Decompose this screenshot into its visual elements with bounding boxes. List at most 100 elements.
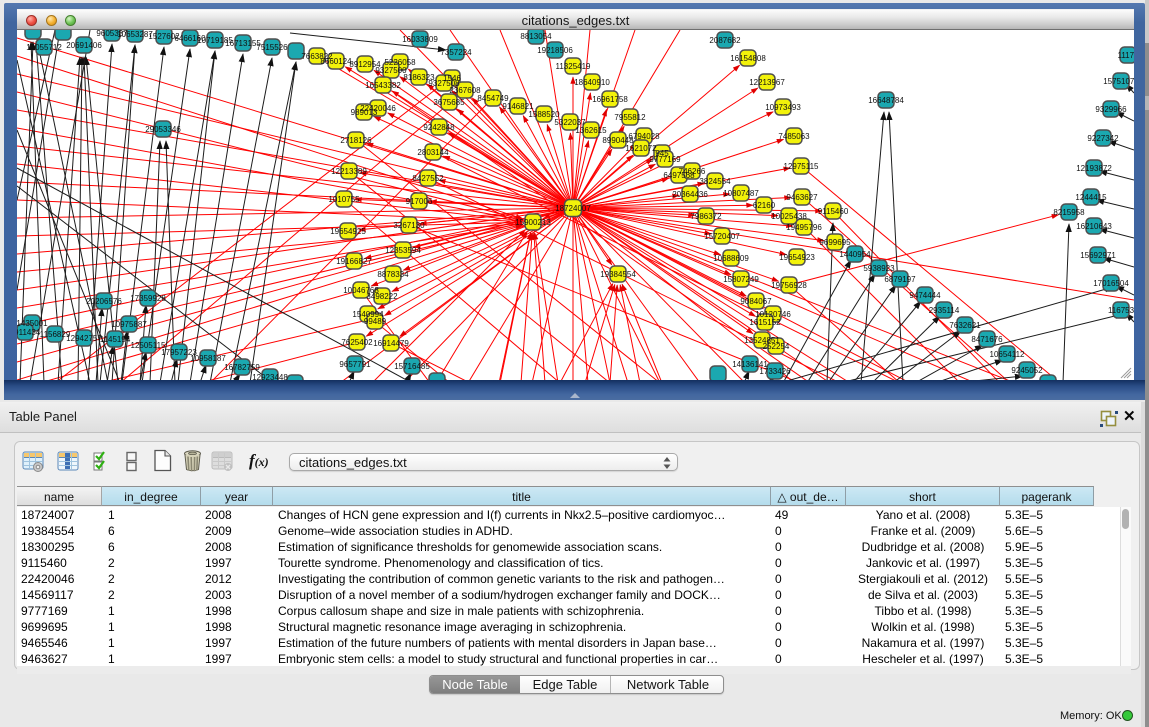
svg-text:252254: 252254 <box>763 342 790 351</box>
svg-text:16154808: 16154808 <box>730 54 766 63</box>
svg-text:1615152: 1615152 <box>749 318 781 327</box>
svg-text:10958187: 10958187 <box>190 354 226 363</box>
svg-text:3675685: 3675685 <box>433 98 465 107</box>
svg-text:9227342: 9227342 <box>1087 134 1119 143</box>
svg-text:9657791: 9657791 <box>339 360 371 369</box>
svg-text:6879197: 6879197 <box>884 275 916 284</box>
svg-text:7955812: 7955812 <box>614 113 646 122</box>
svg-text:1621072: 1621072 <box>625 144 657 153</box>
svg-text:11172: 11172 <box>1117 51 1134 60</box>
svg-text:116753: 116753 <box>1108 306 1134 315</box>
svg-text:12213389: 12213389 <box>331 167 367 176</box>
svg-text:15807249: 15807249 <box>723 275 759 284</box>
svg-text:8813054: 8813054 <box>520 32 552 41</box>
svg-text:917006: 917006 <box>406 197 433 206</box>
svg-text:62160: 62160 <box>753 201 776 210</box>
svg-text:15716485: 15716485 <box>394 362 430 371</box>
svg-text:16543382: 16543382 <box>365 81 401 90</box>
svg-text:20206576: 20206576 <box>86 297 122 306</box>
svg-text:19654923: 19654923 <box>779 253 815 262</box>
svg-text:99489: 99489 <box>364 317 387 326</box>
svg-text:12975115: 12975115 <box>784 162 820 171</box>
svg-text:2087682: 2087682 <box>709 36 741 45</box>
svg-text:1244415: 1244415 <box>1075 193 1107 202</box>
svg-text:19654925: 19654925 <box>330 227 366 236</box>
svg-text:15751074: 15751074 <box>1103 77 1134 86</box>
svg-text:1440954: 1440954 <box>839 250 871 259</box>
svg-text:6794028: 6794028 <box>628 132 660 141</box>
svg-text:8427552: 8427552 <box>412 174 444 183</box>
svg-text:2935114: 2935114 <box>929 306 960 315</box>
svg-text:2367608: 2367608 <box>449 86 481 95</box>
svg-text:3824554: 3824554 <box>699 177 731 186</box>
svg-text:18640910: 18640910 <box>574 78 610 87</box>
svg-text:20691406: 20691406 <box>66 41 102 50</box>
svg-text:20364436: 20364436 <box>672 190 708 199</box>
svg-text:18724007: 18724007 <box>555 204 591 213</box>
svg-text:17359928: 17359928 <box>130 294 166 303</box>
svg-text:16961758: 16961758 <box>592 95 628 104</box>
svg-text:7632621: 7632621 <box>949 321 981 330</box>
svg-text:16914479: 16914479 <box>373 339 409 348</box>
svg-text:12942757: 12942757 <box>66 334 102 343</box>
svg-text:15692971: 15692971 <box>1080 251 1116 260</box>
svg-text:8660124: 8660124 <box>320 57 352 66</box>
svg-text:9245052: 9245052 <box>1011 366 1043 375</box>
svg-text:19166827: 19166827 <box>336 257 372 266</box>
svg-text:3498222: 3498222 <box>366 292 398 301</box>
svg-text:9084067: 9084067 <box>740 297 772 306</box>
svg-text:15900213: 15900213 <box>515 218 551 227</box>
svg-text:7515526: 7515526 <box>256 43 288 52</box>
svg-text:2803144: 2803144 <box>417 148 449 157</box>
svg-text:9474444: 9474444 <box>909 291 941 300</box>
svg-text:5938923: 5938923 <box>863 264 895 273</box>
svg-text:3911434: 3911434 <box>17 328 41 337</box>
svg-text:12923448: 12923448 <box>252 373 288 380</box>
svg-text:1733426: 1733426 <box>759 367 791 376</box>
svg-text:8471676: 8471676 <box>971 335 1003 344</box>
svg-text:19384554: 19384554 <box>600 270 636 279</box>
svg-text:1010755: 1010755 <box>328 195 360 204</box>
svg-text:10973493: 10973493 <box>765 103 801 112</box>
svg-text:8215958: 8215958 <box>1053 208 1085 217</box>
svg-text:11325419: 11325419 <box>556 62 592 71</box>
svg-text:19218506: 19218506 <box>537 46 573 55</box>
svg-text:19495796: 19495796 <box>786 223 822 232</box>
svg-text:12193872: 12193872 <box>1076 164 1112 173</box>
svg-text:7485063: 7485063 <box>778 132 810 141</box>
svg-text:9329966: 9329966 <box>1095 105 1127 114</box>
svg-text:16033809: 16033809 <box>402 35 438 44</box>
svg-text:8878334: 8878334 <box>377 270 409 279</box>
svg-text:10654112: 10654112 <box>990 350 1026 359</box>
svg-text:15720407: 15720407 <box>704 232 740 241</box>
svg-text:17016504: 17016504 <box>1093 279 1129 288</box>
svg-text:7986372: 7986372 <box>690 212 722 221</box>
svg-text:1145194: 1145194 <box>100 335 131 344</box>
svg-text:9327500: 9327500 <box>375 66 407 75</box>
svg-text:16782759: 16782759 <box>224 363 260 372</box>
svg-text:12213967: 12213967 <box>749 78 785 87</box>
svg-text:7357224: 7357224 <box>440 48 472 57</box>
svg-text:3267130: 3267130 <box>393 221 425 230</box>
svg-text:10807487: 10807487 <box>723 189 759 198</box>
svg-text:9699695: 9699695 <box>819 238 851 247</box>
svg-text:7625402: 7625402 <box>341 338 373 347</box>
svg-text:9242848: 9242848 <box>423 123 455 132</box>
svg-text:10025438: 10025438 <box>771 212 807 221</box>
svg-text:10975887: 10975887 <box>111 320 147 329</box>
svg-text:12353594: 12353594 <box>385 246 421 255</box>
svg-text:29053346: 29053346 <box>145 125 181 134</box>
svg-text:19756928: 19756928 <box>771 281 807 290</box>
svg-text:2718126: 2718126 <box>340 136 372 145</box>
svg-text:989013: 989013 <box>351 108 378 117</box>
svg-text:9115460: 9115460 <box>818 207 849 216</box>
svg-text:16210643: 16210643 <box>1076 222 1112 231</box>
svg-text:746266: 746266 <box>679 167 706 176</box>
svg-text:16648784: 16648784 <box>868 96 904 105</box>
svg-text:10688609: 10688609 <box>713 254 749 263</box>
svg-text:1435001: 1435001 <box>17 319 48 328</box>
svg-text:1362615: 1362615 <box>575 126 607 135</box>
svg-text:9777169: 9777169 <box>649 155 681 164</box>
svg-text:14055712: 14055712 <box>26 43 62 52</box>
svg-text:9463627: 9463627 <box>786 193 818 202</box>
